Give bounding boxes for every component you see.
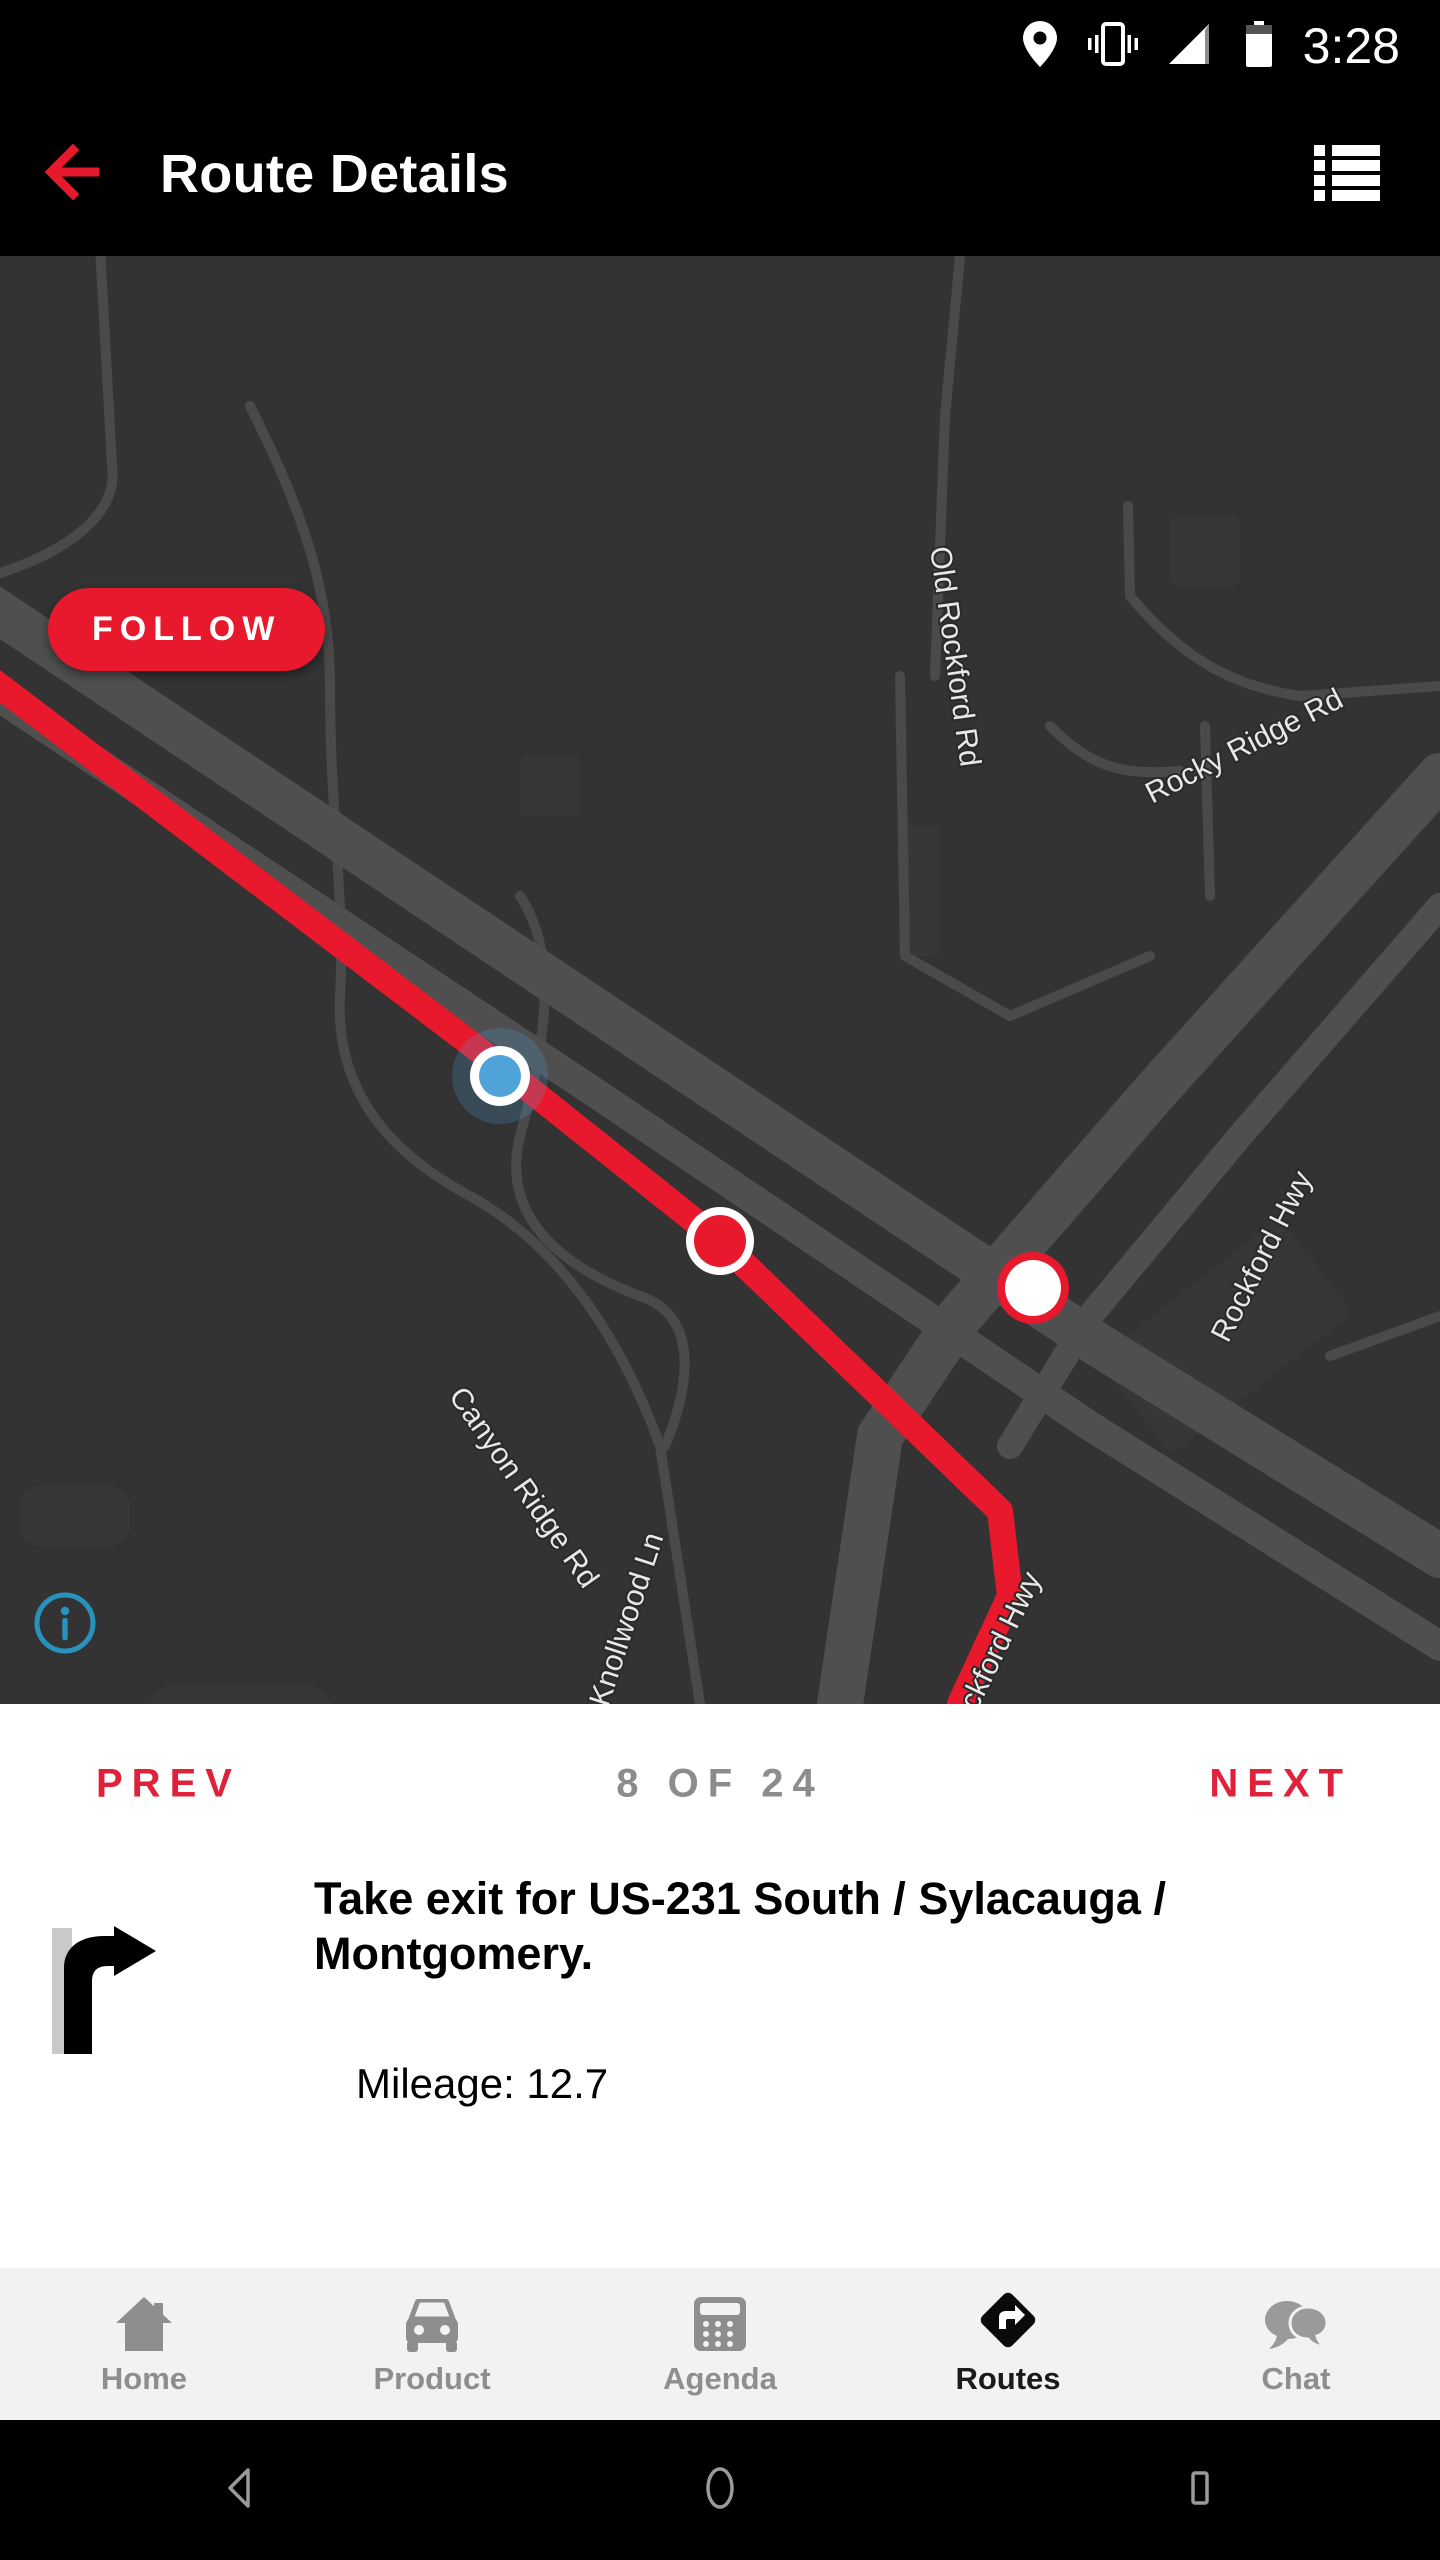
battery-icon <box>1245 20 1273 72</box>
tab-home[interactable]: Home <box>0 2268 288 2420</box>
next-step-button[interactable]: NEXT <box>1209 1762 1352 1807</box>
step-counter: 8 OF 24 <box>616 1761 824 1806</box>
tab-product[interactable]: Product <box>288 2268 576 2420</box>
tab-label-routes: Routes <box>955 2361 1061 2396</box>
tab-label-product: Product <box>373 2361 491 2396</box>
android-home-icon <box>696 2464 744 2517</box>
status-bar: 3:28 <box>0 0 1440 92</box>
instruction-panel: PREV 8 OF 24 NEXT Take exit for US-231 S… <box>0 1704 1440 2268</box>
android-home-button[interactable] <box>640 2420 800 2560</box>
tab-agenda[interactable]: Agenda <box>576 2268 864 2420</box>
info-circle-icon <box>32 1590 98 1656</box>
routes-diamond-icon <box>975 2291 1041 2353</box>
map-info-button[interactable] <box>32 1590 98 1656</box>
map-canvas[interactable]: Old Rockford Rd Rocky Ridge Rd Rockford … <box>0 256 1440 1704</box>
vibrate-icon <box>1087 21 1139 71</box>
android-back-icon <box>216 2464 264 2517</box>
app-root: 3:28 Route Details Old Rockford Rd Rocky… <box>0 0 1440 2560</box>
active-waypoint-dot <box>694 1215 746 1267</box>
location-pin-icon <box>1022 20 1057 72</box>
tab-chat[interactable]: Chat <box>1152 2268 1440 2420</box>
current-location-dot <box>479 1055 521 1097</box>
list-menu-icon <box>1314 143 1380 206</box>
app-bar: Route Details <box>0 92 1440 256</box>
follow-button[interactable]: FOLLOW <box>48 588 326 671</box>
mileage-text: Mileage: 12.7 <box>356 2059 609 2107</box>
next-waypoint-dot <box>1005 1260 1061 1316</box>
map-graphics: Old Rockford Rd Rocky Ridge Rd Rockford … <box>0 256 1440 1704</box>
bottom-tab-bar: Home Product Agenda Routes Chat <box>0 2268 1440 2420</box>
turn-right-icon <box>52 1924 162 2054</box>
tab-label-home: Home <box>100 2361 188 2396</box>
instruction-text: Take exit for US-231 South / Sylacauga /… <box>314 1873 1166 1979</box>
page-title: Route Details <box>160 144 509 204</box>
prev-step-button[interactable]: PREV <box>96 1762 241 1807</box>
android-recents-icon <box>1176 2464 1224 2517</box>
back-button[interactable] <box>0 92 150 256</box>
tab-label-chat: Chat <box>1261 2361 1331 2396</box>
step-navigation-row: PREV 8 OF 24 NEXT <box>0 1704 1440 1864</box>
status-bar-clock: 3:28 <box>1302 18 1400 74</box>
route-list-button[interactable] <box>1292 119 1402 229</box>
signal-bars-icon <box>1168 22 1215 71</box>
chat-bubbles-icon <box>1263 2291 1329 2353</box>
home-icon <box>114 2291 174 2353</box>
tab-label-agenda: Agenda <box>663 2361 777 2396</box>
android-back-button[interactable] <box>160 2420 320 2560</box>
android-navigation-bar <box>0 2420 1440 2560</box>
car-icon <box>401 2291 463 2353</box>
instruction-row: Take exit for US-231 South / Sylacauga /… <box>0 1864 1440 2108</box>
android-recents-button[interactable] <box>1120 2420 1280 2560</box>
back-arrow-icon <box>43 143 107 205</box>
status-bar-icons <box>1022 20 1273 72</box>
calendar-icon <box>692 2291 748 2353</box>
tab-routes[interactable]: Routes <box>864 2268 1152 2420</box>
